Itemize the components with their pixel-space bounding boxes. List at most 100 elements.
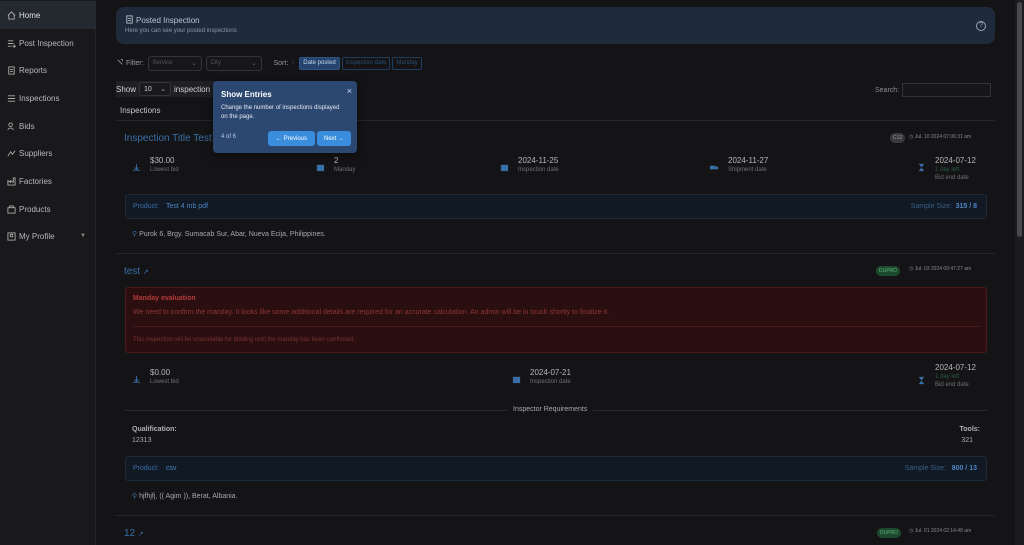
sidebar-item-home[interactable]: Home	[0, 1, 96, 29]
sidebar: Home Post Inspection Reports Inspections…	[0, 0, 96, 545]
sidebar-item-suppliers[interactable]: Suppliers	[0, 139, 96, 167]
page-subtitle: Here you can see your posted inspections	[125, 28, 237, 34]
sample-size-value: 315 / 8	[955, 203, 977, 210]
page-title-row: Posted Inspection	[125, 15, 200, 26]
stat-value: $30.00	[150, 156, 175, 165]
status-badge: DUPRO	[877, 528, 902, 538]
sort-icon: ↕	[291, 60, 295, 66]
clock-icon: ◷	[909, 528, 914, 534]
city-select[interactable]: City ⌄	[205, 55, 262, 71]
city-select-placeholder: City	[210, 60, 221, 66]
tour-description: Change the number of inspections display…	[221, 105, 340, 120]
product-box: Product: Test 4 mb pdf Sample Size: 315 …	[125, 194, 987, 219]
posted-date: ◷ Jul. 10 2024 07:06:31 am	[909, 134, 971, 140]
sidebar-item-label: Suppliers	[19, 148, 53, 158]
stat-shipment-date: 2024-11-27 Shipment date	[710, 156, 768, 173]
tour-previous-button[interactable]: ← Previous	[268, 131, 315, 146]
posted-date: ◷ Jul. 03 2024 09:47:27 am	[909, 266, 971, 272]
divider	[133, 326, 981, 327]
stat-value: 2	[334, 156, 339, 165]
sort-label: Sort:	[273, 59, 289, 67]
stat-bid-end-date: 2024-07-12 1 day left Bid end date	[917, 363, 976, 388]
stat-value: $0.00	[150, 368, 171, 377]
sort-date-posted-button[interactable]: Date posted	[299, 56, 340, 70]
bids-icon	[6, 121, 16, 131]
sidebar-item-reports[interactable]: Reports	[0, 56, 96, 84]
sidebar-item-label: Home	[19, 10, 41, 20]
sidebar-item-label: Inspections	[19, 93, 60, 103]
sidebar-item-post-inspection[interactable]: Post Inspection	[0, 29, 96, 57]
sidebar-item-label: Bids	[19, 121, 35, 131]
service-select[interactable]: Service ⌄	[147, 55, 202, 71]
sidebar-item-label: Factories	[19, 176, 52, 186]
sidebar-item-factories[interactable]: Factories	[0, 167, 96, 195]
alert-title: Manday evaluation	[133, 295, 196, 302]
filter-label: Filter:	[126, 59, 144, 67]
calendar-icon	[512, 371, 521, 384]
calendar-icon	[500, 159, 509, 172]
scrollbar-thumb[interactable]	[1017, 2, 1022, 237]
chevron-down-icon: ⌄	[251, 60, 257, 67]
product-link[interactable]: Test 4 mb pdf	[166, 203, 208, 210]
posted-date: ◷ Jul. 01 2024 02:14:48 am	[909, 528, 971, 534]
divider	[116, 515, 995, 516]
calendar-icon	[316, 159, 325, 172]
truck-icon	[710, 159, 719, 170]
qualification-value: 12313	[132, 437, 152, 444]
chevron-down-icon: ⌄	[160, 86, 167, 93]
report-icon	[6, 65, 16, 75]
tour-next-button[interactable]: Next →	[317, 131, 351, 146]
factory-icon	[6, 176, 16, 186]
tour-progress: 4 of 6	[221, 134, 237, 140]
sidebar-item-bids[interactable]: Bids	[0, 112, 96, 140]
scrollbar[interactable]	[1015, 0, 1024, 545]
stat-value: 2024-07-21	[530, 368, 571, 377]
inspection-title-text: test	[124, 266, 141, 277]
tools-label: Tools:	[959, 426, 980, 433]
address: ⚲ hjfhjfj, (( Agim )), Berat, Albania.	[132, 492, 238, 500]
product-box: Product: csv Sample Size: 800 / 13	[125, 456, 987, 481]
sidebar-item-my-profile[interactable]: My Profile ▼	[0, 222, 96, 250]
close-icon[interactable]: ×	[347, 86, 352, 96]
sidebar-item-products[interactable]: Products	[0, 195, 96, 223]
sort-manday-button[interactable]: Manday	[392, 56, 422, 70]
days-left: 1 day left	[935, 374, 960, 380]
sample-size-label: Sample Size:	[910, 203, 952, 210]
search-input[interactable]	[902, 83, 992, 97]
stat-manday: 2 Manday	[316, 156, 355, 173]
money-icon	[132, 371, 141, 383]
sample-size-value: 800 / 13	[951, 465, 977, 472]
stat-lowest-bid: $0.00 Lowest bid	[132, 368, 179, 385]
alert-text: We need to confirm the manday. It looks …	[133, 309, 609, 316]
address-text: hjfhjfj, (( Agim )), Berat, Albania.	[139, 493, 238, 500]
inspection-title-link[interactable]: Inspection Title Test	[124, 133, 212, 144]
sidebar-item-inspections[interactable]: Inspections	[0, 84, 96, 112]
service-select-placeholder: Service	[152, 60, 173, 66]
search-label: Search:	[875, 86, 900, 94]
products-icon	[6, 204, 16, 214]
sort-inspection-date-button[interactable]: Inspection date	[341, 56, 391, 70]
inspection-title-link[interactable]: test ↗	[124, 266, 149, 277]
entries-value: 10	[144, 85, 152, 93]
qualification-label: Qualification:	[132, 426, 177, 433]
location-pin-icon: ⚲	[132, 493, 138, 500]
help-icon[interactable]: ?	[976, 21, 986, 31]
manday-evaluation-alert: Manday evaluation We need to confirm the…	[125, 287, 987, 353]
profile-icon	[6, 231, 16, 241]
product-label: Product:	[133, 203, 160, 210]
divider	[116, 253, 995, 254]
hourglass-icon	[917, 372, 925, 385]
status-badge: C12	[890, 133, 906, 143]
page-header: Posted Inspection Here you can see your …	[116, 7, 995, 44]
inspection-title-link[interactable]: 12 ↗	[124, 528, 144, 539]
stat-label: Lowest bid	[150, 167, 179, 173]
sidebar-item-label: Products	[19, 204, 51, 214]
entries-select[interactable]: 10 ⌄	[139, 82, 172, 96]
stat-value: 2024-07-12	[935, 156, 976, 165]
stat-inspection-date: 2024-11-25 Inspection date	[500, 156, 559, 173]
product-link[interactable]: csv	[166, 465, 177, 472]
tools-value: 321	[961, 437, 973, 444]
inspection-title-text: 12	[124, 528, 136, 539]
stat-value: 2024-11-27	[728, 156, 769, 165]
sample-size-label: Sample Size:	[904, 465, 946, 472]
